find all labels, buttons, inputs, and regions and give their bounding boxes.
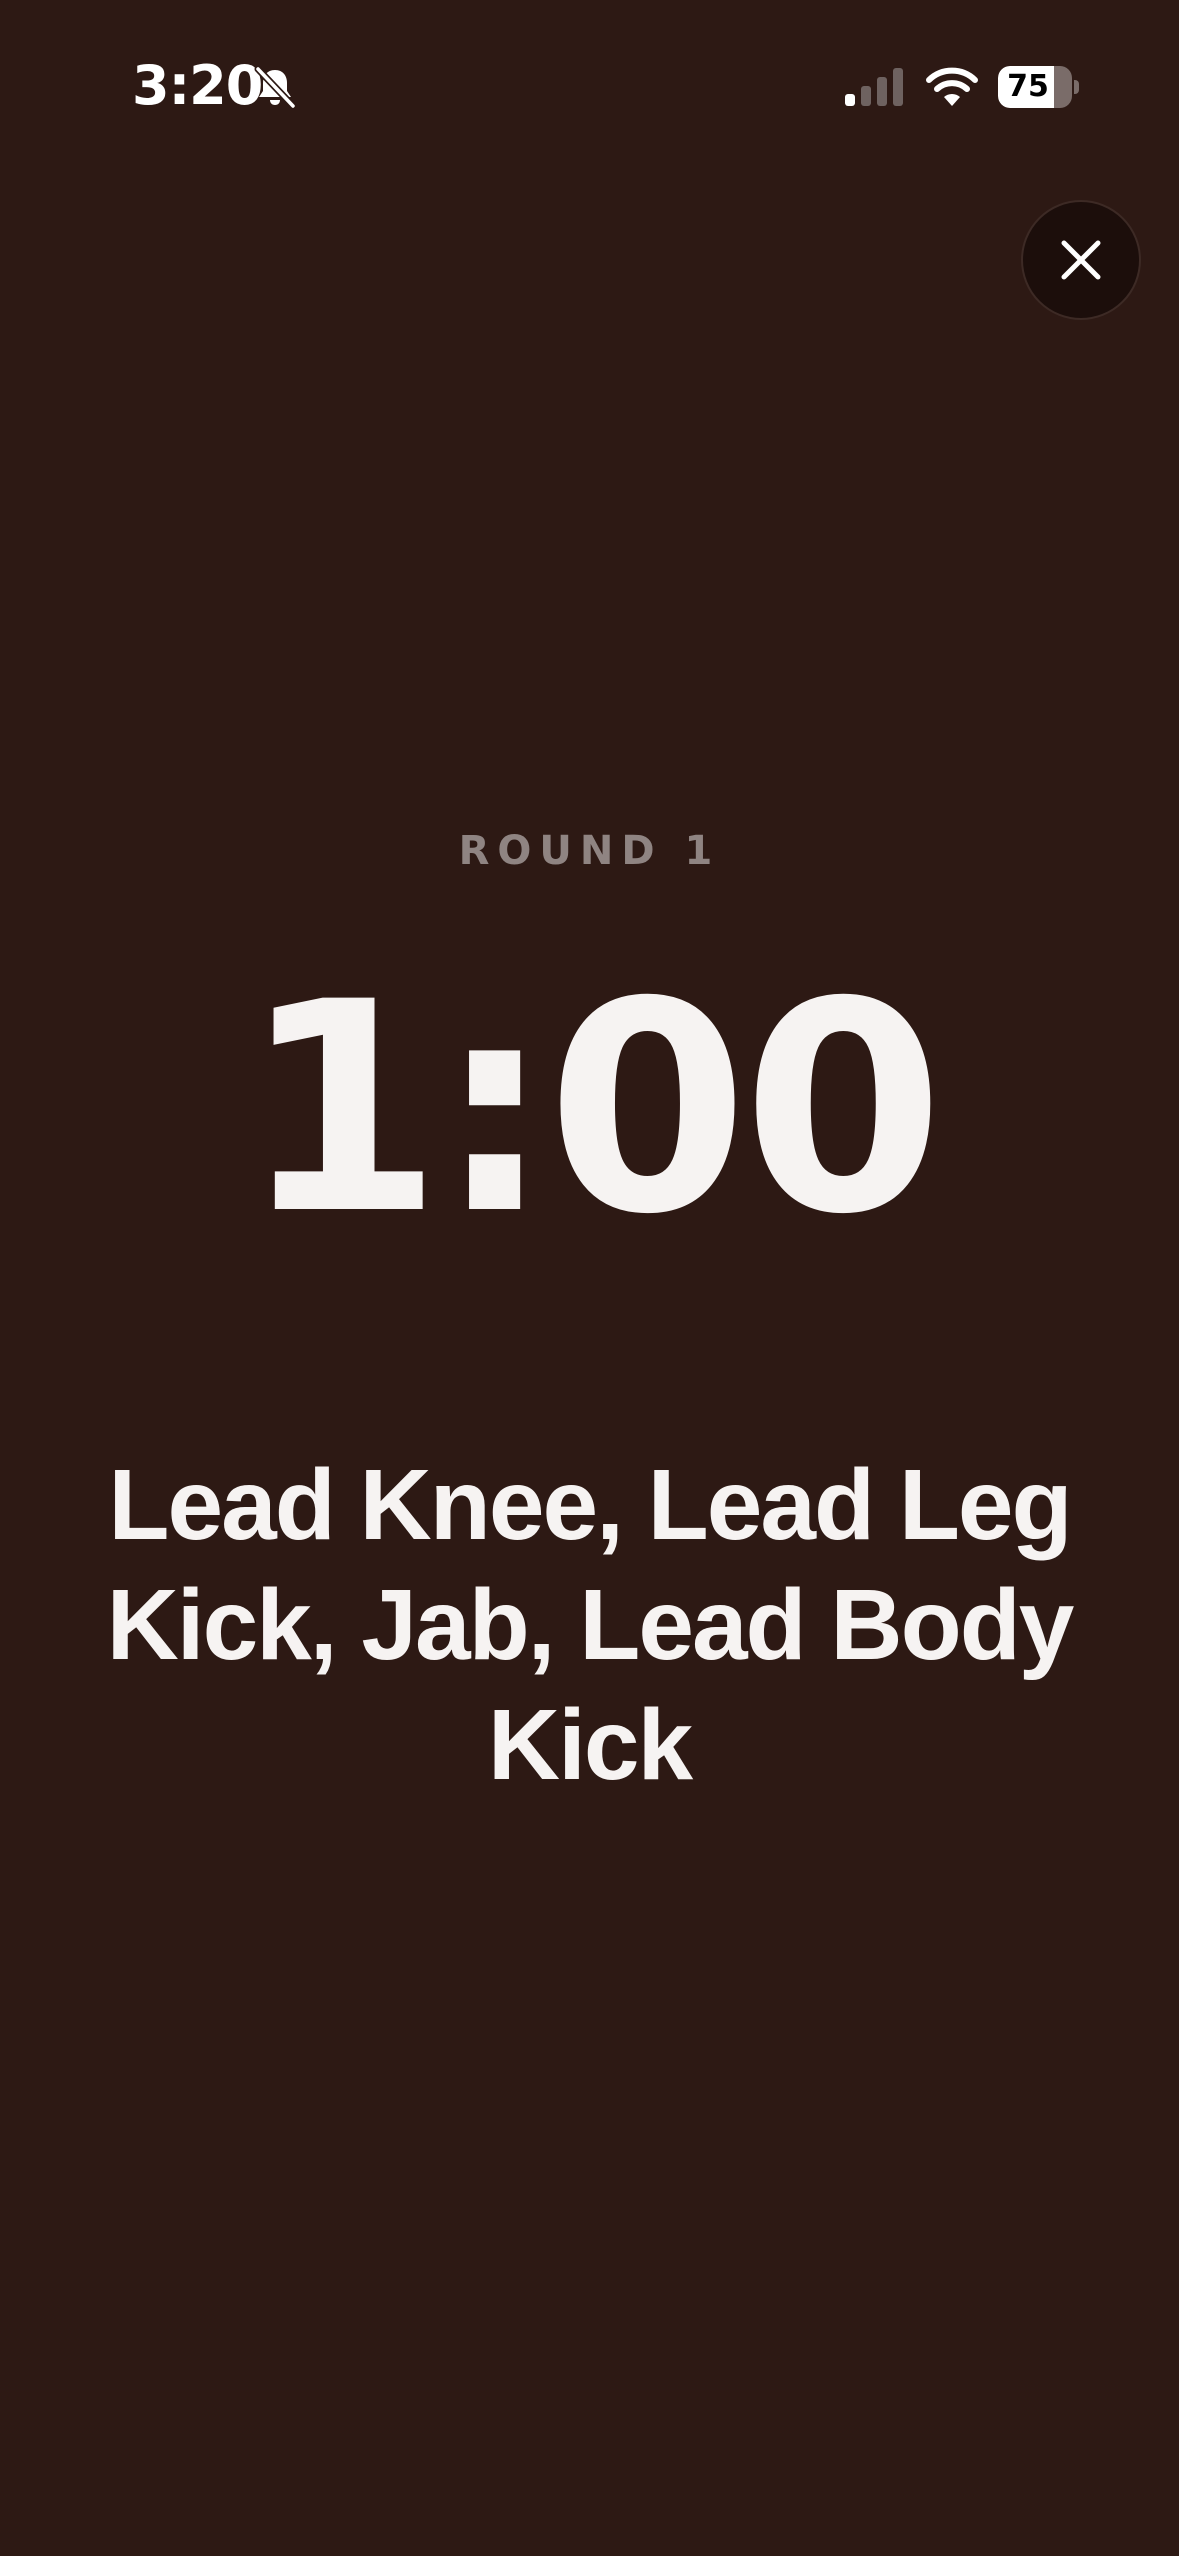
close-button[interactable]: [1021, 200, 1141, 320]
countdown-timer: 1:00: [240, 941, 944, 1278]
round-label: ROUND 1: [458, 828, 721, 874]
status-time: 3:20: [132, 54, 263, 117]
bell-off-icon: [254, 65, 297, 110]
signal-icon: [845, 68, 903, 106]
wifi-icon: [926, 67, 978, 106]
battery-icon: 75: [998, 66, 1079, 108]
close-icon: [1061, 240, 1101, 280]
status-bar: 3:20 75: [0, 0, 1179, 170]
battery-level: 75: [1007, 69, 1049, 104]
combo-text: Lead Knee, Lead Leg Kick, Jab, Lead Body…: [106, 1449, 1075, 1801]
